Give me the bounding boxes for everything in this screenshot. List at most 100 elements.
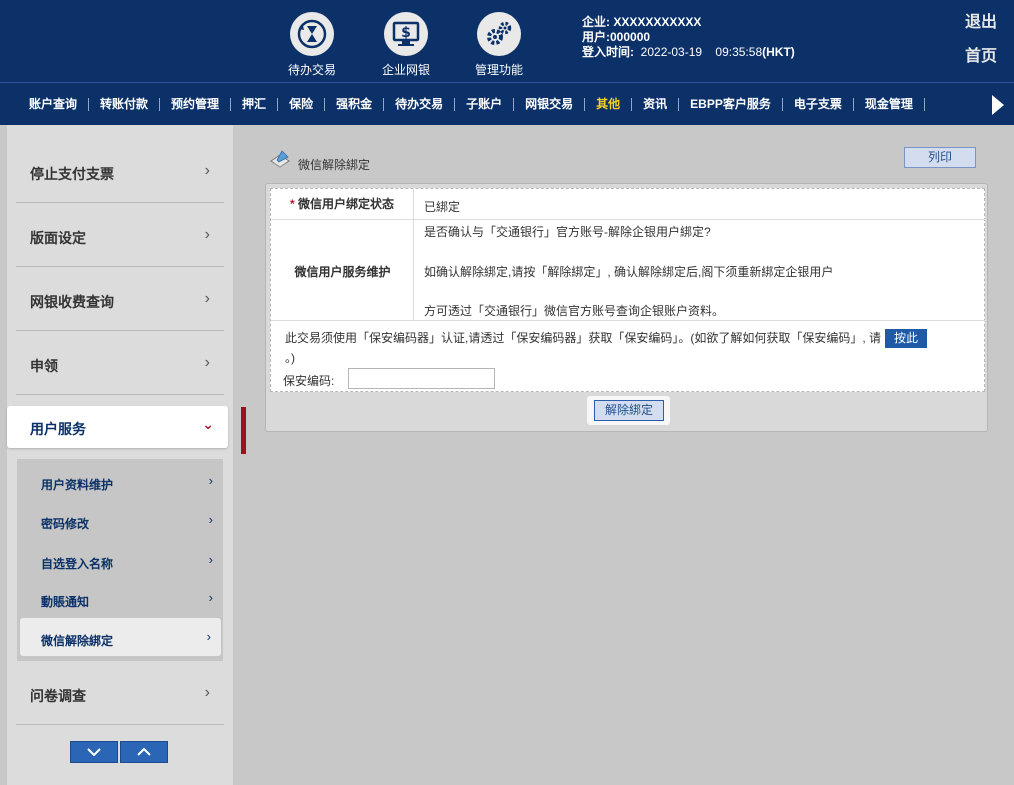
confirm-line-2: 如确认解除綁定,请按「解除綁定」, 确认解除綁定后,阁下须重新綁定企银用户 <box>424 265 834 279</box>
confirm-line-1: 是否确认与「交通银行」官方账号-解除企银用户綁定? <box>424 225 711 239</box>
submit-wrapper: 解除綁定 <box>587 396 670 425</box>
sidebar-item-user-services[interactable]: 用户服务 ⌄ <box>7 406 228 448</box>
user-value: 000000 <box>610 30 651 44</box>
subitem-label: 用户资料维护 <box>41 478 114 492</box>
binding-status-label: * 微信用户绑定状态 <box>271 189 414 219</box>
nav-item-insurance[interactable]: 保险 <box>278 98 326 111</box>
gears-icon <box>477 12 521 56</box>
nav-item-mpf[interactable]: 强积金 <box>325 98 385 111</box>
scroll-down-button[interactable] <box>70 741 118 763</box>
nav-item-account-inquiry[interactable]: 账户查询 <box>18 98 90 111</box>
chevron-right-icon: › <box>206 629 211 644</box>
sidebar-item-apply[interactable]: 申领 › <box>16 331 224 395</box>
subitem-label: 動賬通知 <box>41 595 90 609</box>
corporate-banking-shortcut[interactable]: $ 企业网银 <box>371 12 441 78</box>
chevron-right-icon: › <box>208 590 213 605</box>
passcode-input[interactable] <box>348 368 495 389</box>
sidebar-item-stop-cheque[interactable]: 停止支付支票 › <box>16 139 224 203</box>
chevron-right-icon: › <box>204 162 210 179</box>
nav-more-arrow-icon[interactable] <box>992 95 1004 115</box>
subitem-label: 自选登入名称 <box>41 557 114 571</box>
nav-item-transfer[interactable]: 转账付款 <box>89 98 161 111</box>
binding-status-value: 已綁定 <box>424 200 461 214</box>
nav-item-scheduled[interactable]: 预约管理 <box>160 98 232 111</box>
sidebar-item-layout[interactable]: 版面设定 › <box>16 203 224 267</box>
unbind-button[interactable]: 解除綁定 <box>594 400 664 421</box>
edit-document-icon <box>270 149 290 168</box>
nav-item-ebanking[interactable]: 网银交易 <box>514 98 586 111</box>
sidebar-item-fees[interactable]: 网银收费查询 › <box>16 267 224 331</box>
confirm-line-3: 方可透过「交通银行」微信官方账号查询企银账户资料。 <box>424 304 725 318</box>
binding-status-row: * 微信用户绑定状态 已綁定 <box>271 189 986 220</box>
sidebar-subitem-notification[interactable]: 動賬通知 › <box>17 579 223 617</box>
chevron-down-icon: ⌄ <box>202 416 214 432</box>
service-maintenance-label: 微信用户服务维护 <box>271 220 414 320</box>
nav-item-ebpp[interactable]: EBPP客户服务 <box>679 98 783 111</box>
sidebar-subitem-wechat-unbind[interactable]: 微信解除綁定 › <box>20 618 221 656</box>
page-header: 微信解除綁定 <box>268 146 370 173</box>
nav-item-pending[interactable]: 待办交易 <box>384 98 456 111</box>
form-panel: * 微信用户绑定状态 已綁定 微信用户服务维护 是否确认与「交通银行」官方账号-… <box>265 183 988 432</box>
sidebar-subitem-password[interactable]: 密码修改 › <box>17 501 223 539</box>
login-date: 2022-03-19 <box>640 45 703 59</box>
chevron-right-icon: › <box>204 684 210 701</box>
scroll-up-button[interactable] <box>120 741 168 763</box>
logout-link[interactable]: 退出 <box>965 8 997 32</box>
chevron-up-icon <box>137 748 151 756</box>
page-title: 微信解除綁定 <box>298 158 371 172</box>
nav-item-others[interactable]: 其他 <box>585 98 633 111</box>
company-label: 企业: <box>582 15 614 29</box>
sidebar-item-survey[interactable]: 问卷调查 › <box>16 661 224 725</box>
security-note: 此交易须使用「保安编码器」认证,请透过「保安编码器」获取「保安编码」。(如欲了解… <box>285 328 975 368</box>
home-link[interactable]: 首页 <box>965 42 997 66</box>
hourglass-refresh-icon <box>290 12 334 56</box>
sidebar-item-label: 申领 <box>30 358 58 374</box>
management-label: 管理功能 <box>474 63 523 77</box>
required-marker: * <box>289 197 298 211</box>
chevron-down-icon <box>87 748 101 756</box>
user-info: 企业: XXXXXXXXXXX 用户:000000 登入时间: 2022-03-… <box>582 15 795 60</box>
pending-transactions-shortcut[interactable]: 待办交易 <box>277 12 347 78</box>
chevron-right-icon: › <box>204 290 210 307</box>
chevron-right-icon: › <box>204 226 210 243</box>
security-note-text: 此交易须使用「保安编码器」认证,请透过「保安编码器」获取「保安编码」。(如欲了解… <box>285 331 882 345</box>
user-label: 用户: <box>582 30 610 44</box>
sidebar-subitem-login-name[interactable]: 自选登入名称 › <box>17 541 223 579</box>
chevron-right-icon: › <box>208 552 213 567</box>
corporate-banking-label: 企业网银 <box>381 63 430 77</box>
subitem-label: 微信解除綁定 <box>41 634 114 648</box>
sidebar-item-label: 用户服务 <box>30 421 86 437</box>
chevron-right-icon: › <box>204 354 210 371</box>
chevron-right-icon: › <box>208 512 213 527</box>
security-note-tail: 。) <box>285 351 295 365</box>
sidebar-submenu: 用户资料维护 › 密码修改 › 自选登入名称 › 動賬通知 › 微信解除綁定 › <box>17 459 223 661</box>
sidebar-subitem-profile[interactable]: 用户资料维护 › <box>17 462 223 500</box>
monitor-dollar-icon: $ <box>384 12 428 56</box>
sidebar-item-label: 停止支付支票 <box>30 166 114 182</box>
top-header: 待办交易 $ 企业网银 管理功能 企业: XXXXXXXXXXX 用户:0000… <box>0 0 1014 82</box>
management-shortcut[interactable]: 管理功能 <box>464 12 534 78</box>
sidebar-item-label: 问卷调查 <box>30 688 86 704</box>
login-time-label: 登入时间: <box>582 45 634 59</box>
binding-status-label-text: 微信用户绑定状态 <box>298 197 395 211</box>
nav-item-bills[interactable]: 押汇 <box>231 98 279 111</box>
sidebar-item-label: 网银收费查询 <box>30 294 114 310</box>
login-time: 09:35:58 <box>715 45 763 59</box>
click-here-button[interactable]: 按此 <box>885 329 928 348</box>
nav-item-info[interactable]: 资讯 <box>632 98 680 111</box>
print-button[interactable]: 列印 <box>904 147 976 168</box>
nav-item-cash-management[interactable]: 现金管理 <box>854 98 925 111</box>
nav-list: 账户查询 转账付款 预约管理 押汇 保险 强积金 待办交易 子账户 网银交易 其… <box>18 83 925 126</box>
svg-text:$: $ <box>401 25 411 41</box>
nav-item-echeque[interactable]: 电子支票 <box>783 98 854 111</box>
chevron-right-icon: › <box>208 473 213 488</box>
passcode-label: 保安编码: <box>283 374 335 388</box>
service-maintenance-label-text: 微信用户服务维护 <box>294 265 391 279</box>
company-value: XXXXXXXXXXX <box>613 15 702 29</box>
nav-item-sub-account[interactable]: 子账户 <box>455 98 515 111</box>
form-table: * 微信用户绑定状态 已綁定 微信用户服务维护 是否确认与「交通银行」官方账号-… <box>270 188 986 392</box>
pending-transactions-label: 待办交易 <box>287 63 336 77</box>
main-nav: 账户查询 转账付款 预约管理 押汇 保险 强积金 待办交易 子账户 网银交易 其… <box>0 82 1014 125</box>
subitem-label: 密码修改 <box>41 517 90 531</box>
service-maintenance-row: 微信用户服务维护 是否确认与「交通银行」官方账号-解除企银用户綁定? 如确认解除… <box>271 220 986 321</box>
